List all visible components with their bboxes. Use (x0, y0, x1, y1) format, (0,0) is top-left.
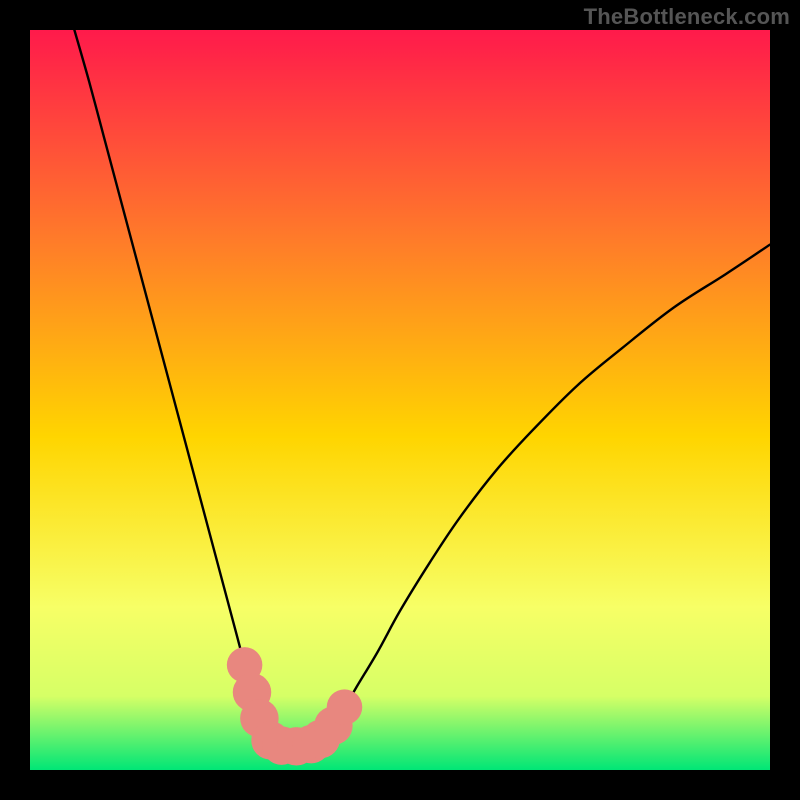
plot-area (30, 30, 770, 770)
gradient-background (30, 30, 770, 770)
attribution-label: TheBottleneck.com (584, 4, 790, 30)
bottleneck-chart (30, 30, 770, 770)
marker-right-knee-upper (327, 689, 363, 725)
chart-frame: TheBottleneck.com (0, 0, 800, 800)
